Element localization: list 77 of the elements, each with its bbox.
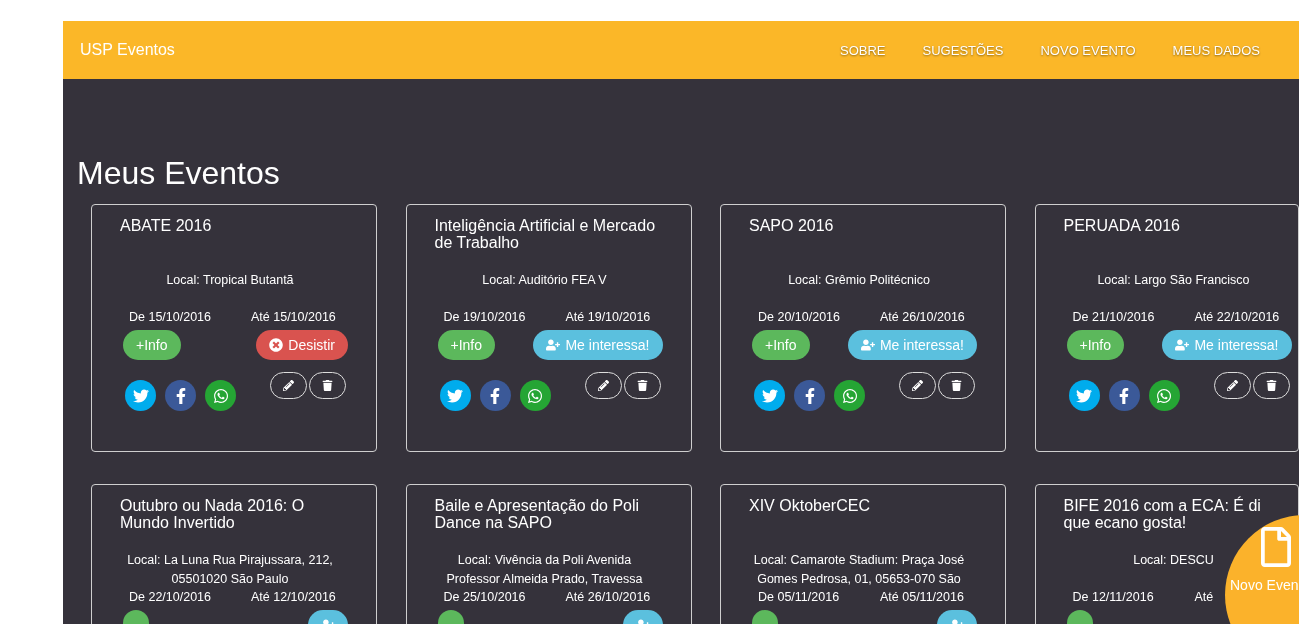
event-title: SAPO 2016 <box>749 217 835 236</box>
trash-icon <box>322 380 333 391</box>
end-date: Até 15/10/2016 <box>251 309 336 325</box>
info-button[interactable]: +Info <box>1066 330 1125 360</box>
event-location: Local: La Luna Rua Pirajussara, 212, 05501020 São Paulo <box>127 553 333 586</box>
end-date: Até 26/10/2016 <box>880 309 965 325</box>
end-date: Até 22/10/2016 <box>1194 309 1280 325</box>
bird-icon <box>761 387 778 404</box>
nav-link[interactable]: SUGESTÕES <box>922 42 1004 58</box>
start-date: De 25/10/2016 <box>443 590 526 604</box>
end-date: Até 12/10/2016 <box>251 589 336 605</box>
pencil-icon <box>1226 380 1238 391</box>
phone-bubble-icon <box>1156 387 1172 404</box>
user-plus-icon <box>1175 338 1190 352</box>
bird-icon <box>447 387 463 404</box>
interest-button[interactable]: Me interessa! <box>533 330 663 360</box>
event-title: Baile e Apresentação do Poli Dance na SAPO <box>434 497 641 533</box>
start-date: De 21/10/2016 <box>1072 310 1155 324</box>
twitter-share-button[interactable] <box>125 380 156 411</box>
event-title: ABATE 2016 <box>120 217 213 236</box>
info-button[interactable]: +Info <box>752 330 810 360</box>
whatsapp-share-button[interactable] <box>205 380 236 411</box>
event-location: Local: Grêmio Politécnico <box>788 273 930 287</box>
facebook-share-button[interactable] <box>479 380 511 411</box>
twitter-share-button[interactable] <box>754 380 785 411</box>
event-title: Outubro ou Nada 2016: O Mundo Invertido <box>120 497 306 533</box>
event-title: PERUADA 2016 <box>1063 217 1181 236</box>
event-location: Local: Largo São Francisco <box>1097 273 1250 287</box>
start-date: De 15/10/2016 <box>129 310 211 324</box>
user-plus-icon <box>546 338 561 352</box>
info-button[interactable]: +Info <box>437 330 496 360</box>
twitter-share-button[interactable] <box>1068 380 1100 411</box>
end-date: Até <box>1194 589 1214 605</box>
start-date: De 05/11/2016 <box>758 590 840 604</box>
nav-link[interactable]: MEUS DADOS <box>1172 42 1260 58</box>
brand-link[interactable]: USP Eventos <box>80 41 175 59</box>
end-date: Até 19/10/2016 <box>565 309 651 325</box>
facebook-share-button[interactable] <box>1108 380 1140 411</box>
bird-icon <box>1076 387 1092 404</box>
facebook-share-button[interactable] <box>165 380 196 411</box>
event-title: XIV OktoberCEC <box>749 497 871 516</box>
pencil-icon <box>283 380 294 391</box>
pencil-icon <box>597 380 609 391</box>
bird-icon <box>132 387 149 404</box>
start-date: De 19/10/2016 <box>443 310 526 324</box>
page-heading: Meus Eventos <box>77 155 281 192</box>
twitter-share-button[interactable] <box>439 380 471 411</box>
pencil-icon <box>912 380 923 391</box>
nav-link[interactable]: SOBRE <box>840 42 886 58</box>
nav-link[interactable]: NOVO EVENTO <box>1040 42 1136 58</box>
event-location: Local: Vivência da Poli Avenida Professor Almeida Prado, Travessa <box>446 553 643 586</box>
event-location: Local: Camarote Stadium: Praça José Gomes Pedrosa, 01, 05653-070 São <box>753 553 965 586</box>
whatsapp-share-button[interactable] <box>1148 380 1180 411</box>
info-button[interactable]: +Info <box>123 330 181 360</box>
event-location: Local: Auditório FEA V <box>482 273 607 287</box>
end-date: Até 05/11/2016 <box>880 589 964 605</box>
facebook-share-button[interactable] <box>794 380 825 411</box>
end-date: Até 26/10/2016 <box>565 589 651 605</box>
start-date: De 12/11/2016 <box>1072 590 1154 604</box>
whatsapp-share-button[interactable] <box>519 380 551 411</box>
new-event-button[interactable]: Novo Even <box>1225 515 1299 624</box>
trash-icon <box>636 380 648 391</box>
phone-bubble-icon <box>212 387 229 404</box>
event-location: Local: Tropical Butantã <box>166 273 294 287</box>
whatsapp-share-button[interactable] <box>834 380 865 411</box>
trash-icon <box>1265 380 1277 391</box>
start-date: De 22/10/2016 <box>129 590 211 604</box>
withdraw-button[interactable]: Desistir <box>256 330 348 360</box>
interest-button[interactable]: Me interessa! <box>1162 330 1292 360</box>
event-title: Inteligência Artificial e Mercado de Trabalho <box>434 217 657 253</box>
phone-bubble-icon <box>527 387 543 404</box>
trash-icon <box>951 380 962 391</box>
start-date: De 20/10/2016 <box>758 310 840 324</box>
interest-button[interactable]: Me interessa! <box>847 330 977 360</box>
phone-bubble-icon <box>841 387 858 404</box>
user-plus-icon <box>860 338 875 352</box>
event-location: Local: DESCU <box>1133 553 1214 567</box>
